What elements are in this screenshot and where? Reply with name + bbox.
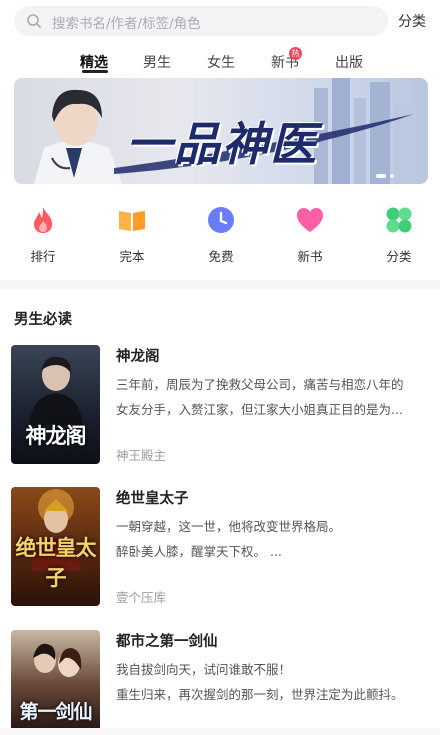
cover-title: 绝世皇太子: [15, 535, 97, 590]
bottom-navigation-edge: [0, 728, 440, 735]
active-tab-indicator: [82, 70, 108, 73]
description-line: 重生归来，再次握剑的那一刻，世界注定为此颤抖。: [116, 687, 404, 702]
book-author[interactable]: 壹个压库: [116, 587, 166, 606]
cover-title: 第一剑仙: [19, 701, 92, 723]
entry-new-books[interactable]: 新书: [280, 196, 340, 268]
carousel-dot-active: [376, 174, 386, 178]
carousel-dot: [390, 174, 394, 178]
grid-icon: [386, 207, 412, 233]
tab-featured[interactable]: 精选: [80, 52, 108, 72]
search-row: 搜索书名/作者/标签/角色 分类: [0, 0, 440, 42]
description-line: 醉卧美人膝，醒掌天下权。 ...: [116, 544, 282, 559]
book-title[interactable]: 绝世皇太子: [116, 487, 189, 508]
banner-carousel[interactable]: 一品神医: [14, 78, 428, 184]
book-author[interactable]: 神王殿主: [116, 445, 166, 464]
tab-publish[interactable]: 出版: [335, 52, 363, 72]
book-item[interactable]: 神龙阁 神龙阁 三年前，周辰为了挽救父母公司，痛苦与相恋八年的 女友分手，入赘江…: [0, 345, 440, 475]
entry-ranking[interactable]: 排行: [13, 196, 73, 268]
entry-label: 完本: [119, 249, 145, 264]
book-title[interactable]: 都市之第一剑仙: [116, 630, 218, 651]
banner-title: 一品神医: [126, 117, 318, 171]
book-description: 三年前，周辰为了挽救父母公司，痛苦与相恋八年的 女友分手，入赘江家，但江家大小姐…: [116, 372, 434, 422]
entry-label: 排行: [30, 249, 56, 264]
flame-icon: [34, 207, 52, 233]
cover-title: 神龙阁: [25, 423, 87, 448]
description-line: 三年前，周辰为了挽救父母公司，痛苦与相恋八年的: [116, 377, 404, 392]
quick-entries: 排行 完本 免费 新书 分类: [0, 196, 440, 270]
section-title: 男生必读: [14, 312, 72, 328]
entry-finished[interactable]: 完本: [102, 196, 162, 268]
heart-icon: [297, 208, 323, 232]
clock-icon: [208, 207, 234, 233]
entry-label: 分类: [386, 249, 412, 264]
book-cover[interactable]: 神龙阁: [11, 345, 100, 464]
book-description: 我自拔剑向天，试问谁敢不服！ 重生归来，再次握剑的那一刻，世界注定为此颤抖。: [116, 657, 434, 707]
book-description: 一朝穿越，这一世，他将改变世界格局。 醉卧美人膝，醒掌天下权。 ...: [116, 514, 434, 564]
description-line: 我自拔剑向天，试问谁敢不服！: [116, 662, 292, 677]
book-icon: [119, 211, 145, 231]
search-input[interactable]: 搜索书名/作者/标签/角色: [14, 6, 388, 36]
category-button[interactable]: 分类: [398, 11, 426, 31]
carousel-dots: [376, 174, 416, 180]
entry-label: 新书: [297, 249, 323, 264]
channel-tabs: 精选 男生 女生 新书 热 出版: [0, 46, 440, 76]
book-cover[interactable]: 第一剑仙: [11, 630, 100, 728]
search-placeholder: 搜索书名/作者/标签/角色: [52, 16, 201, 32]
description-line: 女友分手，入赘江家，但江家大小姐真正目的是为...: [116, 402, 403, 417]
search-icon: [27, 14, 41, 28]
book-item[interactable]: 绝世皇太子 绝世皇太子 一朝穿越，这一世，他将改变世界格局。 醉卧美人膝，醒掌天…: [0, 487, 440, 617]
entry-categories[interactable]: 分类: [369, 196, 429, 268]
tab-male[interactable]: 男生: [143, 52, 171, 72]
tab-female[interactable]: 女生: [207, 52, 235, 72]
description-line: 一朝穿越，这一世，他将改变世界格局。: [116, 519, 342, 534]
new-badge: 热: [289, 47, 302, 60]
entry-label: 免费: [208, 249, 234, 264]
entry-free[interactable]: 免费: [191, 196, 251, 268]
section-divider: [0, 280, 440, 289]
book-item[interactable]: 第一剑仙 都市之第一剑仙 我自拔剑向天，试问谁敢不服！ 重生归来，再次握剑的那一…: [0, 630, 440, 735]
book-cover[interactable]: 绝世皇太子: [11, 487, 100, 606]
book-title[interactable]: 神龙阁: [116, 345, 160, 366]
